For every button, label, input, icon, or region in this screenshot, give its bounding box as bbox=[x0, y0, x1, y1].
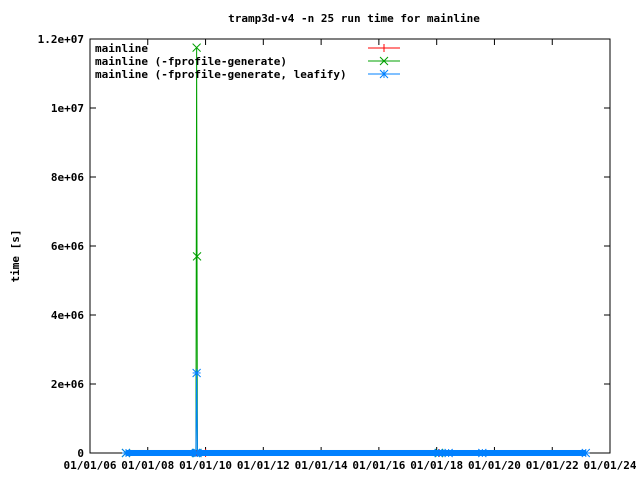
series-baseline-band bbox=[125, 449, 196, 456]
x-tick-label: 01/01/06 bbox=[64, 459, 117, 472]
data-point bbox=[121, 448, 131, 458]
chart-svg: tramp3d-v4 -n 25 run time for mainline t… bbox=[0, 0, 640, 480]
y-tick-label: 4e+06 bbox=[51, 309, 84, 322]
y-tick-label: 1.2e+07 bbox=[38, 33, 84, 46]
y-axis-label: time [s] bbox=[9, 230, 22, 283]
data-point bbox=[193, 448, 202, 458]
data-point bbox=[444, 448, 453, 458]
y-tick-label: 1e+07 bbox=[51, 102, 84, 115]
x-tick-label: 01/01/24 bbox=[584, 459, 637, 472]
chart: tramp3d-v4 -n 25 run time for mainline t… bbox=[0, 0, 640, 480]
data-point bbox=[434, 448, 443, 458]
legend-label: mainline (-fprofile-generate, leafify) bbox=[95, 68, 347, 81]
y-tick-label: 6e+06 bbox=[51, 240, 84, 253]
legend-label: mainline (-fprofile-generate) bbox=[95, 55, 287, 68]
series-baseline-band bbox=[448, 449, 483, 456]
data-point bbox=[581, 448, 591, 458]
chart-title: tramp3d-v4 -n 25 run time for mainline bbox=[228, 12, 480, 25]
x-tick-label: 01/01/20 bbox=[468, 459, 521, 472]
x-tick-label: 01/01/12 bbox=[237, 459, 290, 472]
x-tick-label: 01/01/14 bbox=[295, 459, 348, 472]
y-tick-label: 2e+06 bbox=[51, 378, 84, 391]
x-tick-label: 01/01/10 bbox=[179, 459, 232, 472]
data-point bbox=[379, 69, 389, 79]
data-point bbox=[192, 368, 201, 378]
data-point bbox=[477, 448, 487, 458]
x-tick-label: 01/01/16 bbox=[352, 459, 405, 472]
x-tick-label: 01/01/18 bbox=[410, 459, 463, 472]
legend-label: mainline bbox=[95, 42, 148, 55]
y-tick-label: 8e+06 bbox=[51, 171, 84, 184]
x-tick-label: 01/01/22 bbox=[526, 459, 579, 472]
series-baseline-band bbox=[482, 449, 586, 456]
x-tick-label: 01/01/08 bbox=[121, 459, 174, 472]
series-baseline-band bbox=[197, 449, 439, 456]
